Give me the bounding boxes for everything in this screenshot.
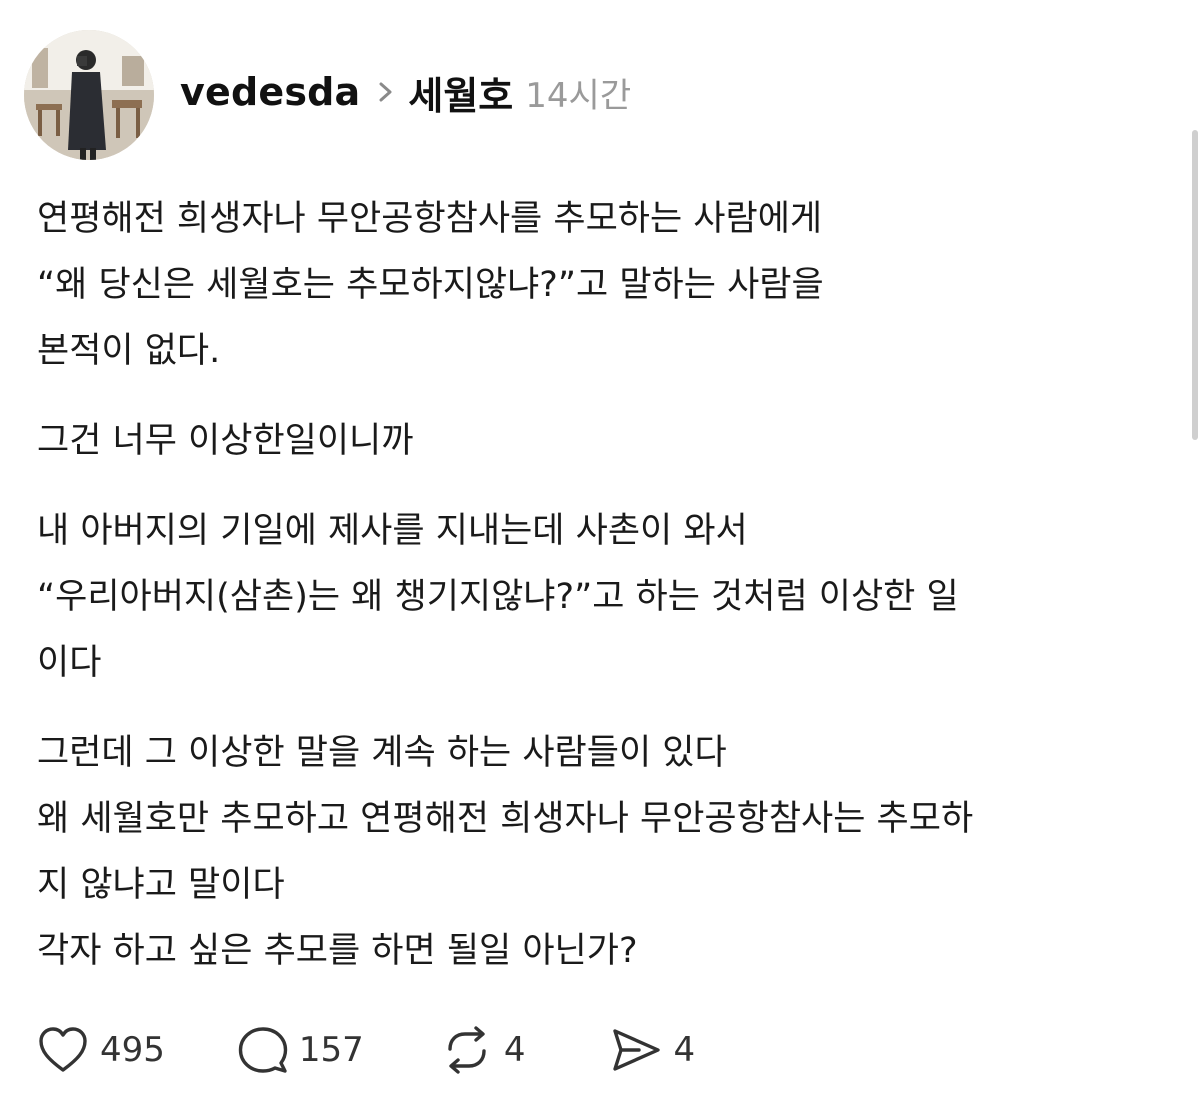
text-line: 지 않냐고 말이다 <box>37 865 285 905</box>
text-line: 본적이 없다. <box>37 331 221 371</box>
like-button[interactable]: 495 <box>36 1025 165 1075</box>
header-text: vedesda 세월호 14시간 <box>180 65 631 120</box>
like-count: 495 <box>100 1030 165 1070</box>
paragraph: 그런데 그 이상한 말을 계속 하는 사람들이 있다 왜 세월호만 추모하고 연… <box>37 720 1177 984</box>
post-body: 연평해전 희생자나 무안공항참사를 추모하는 사람에게 “왜 당신은 세월호는 … <box>37 186 1177 1008</box>
text-line: 각자 하고 싶은 추모를 하면 될일 아닌가? <box>37 931 638 971</box>
scrollbar[interactable] <box>1192 130 1198 440</box>
paragraph: 연평해전 희생자나 무안공항참사를 추모하는 사람에게 “왜 당신은 세월호는 … <box>37 186 1177 384</box>
heart-icon <box>36 1025 90 1075</box>
repost-count: 4 <box>503 1030 526 1070</box>
paragraph: 내 아버지의 기일에 제사를 지내는데 사촌이 와서 “우리아버지(삼촌)는 왜… <box>37 498 1177 696</box>
comment-count: 157 <box>298 1030 364 1070</box>
thread-post: vedesda 세월호 14시간 연평해전 희생자나 무안공항참사를 추모하는 … <box>0 0 1200 1112</box>
share-count: 4 <box>673 1030 696 1070</box>
comment-bubble-icon <box>237 1025 289 1075</box>
text-line: 그건 너무 이상한일이니까 <box>37 421 414 461</box>
share-button[interactable]: 4 <box>609 1025 695 1075</box>
comment-button[interactable]: 157 <box>237 1025 364 1075</box>
text-line: 이다 <box>37 643 102 683</box>
chevron-right-icon <box>378 81 394 103</box>
text-line: “우리아버지(삼촌)는 왜 챙기지않냐?”고 하는 것처럼 이상한 일 <box>37 577 959 617</box>
post-header: vedesda 세월호 14시간 <box>24 30 631 160</box>
text-line: “왜 당신은 세월호는 추모하지않냐?”고 말하는 사람을 <box>37 265 824 305</box>
repost-icon <box>440 1025 494 1075</box>
avatar[interactable] <box>24 30 154 160</box>
send-icon <box>609 1025 663 1075</box>
post-time: 14시간 <box>525 75 632 116</box>
paragraph: 그건 너무 이상한일이니까 <box>37 408 1177 474</box>
action-bar: 495 157 4 4 <box>36 1025 695 1075</box>
text-line: 그런데 그 이상한 말을 계속 하는 사람들이 있다 <box>37 733 727 773</box>
community-name[interactable]: 세월호 <box>408 65 513 120</box>
repost-button[interactable]: 4 <box>440 1025 526 1075</box>
text-line: 왜 세월호만 추모하고 연평해전 희생자나 무안공항참사는 추모하 <box>37 799 974 839</box>
text-line: 연평해전 희생자나 무안공항참사를 추모하는 사람에게 <box>37 199 823 239</box>
username[interactable]: vedesda <box>180 70 360 114</box>
text-line: 내 아버지의 기일에 제사를 지내는데 사촌이 와서 <box>37 511 748 551</box>
